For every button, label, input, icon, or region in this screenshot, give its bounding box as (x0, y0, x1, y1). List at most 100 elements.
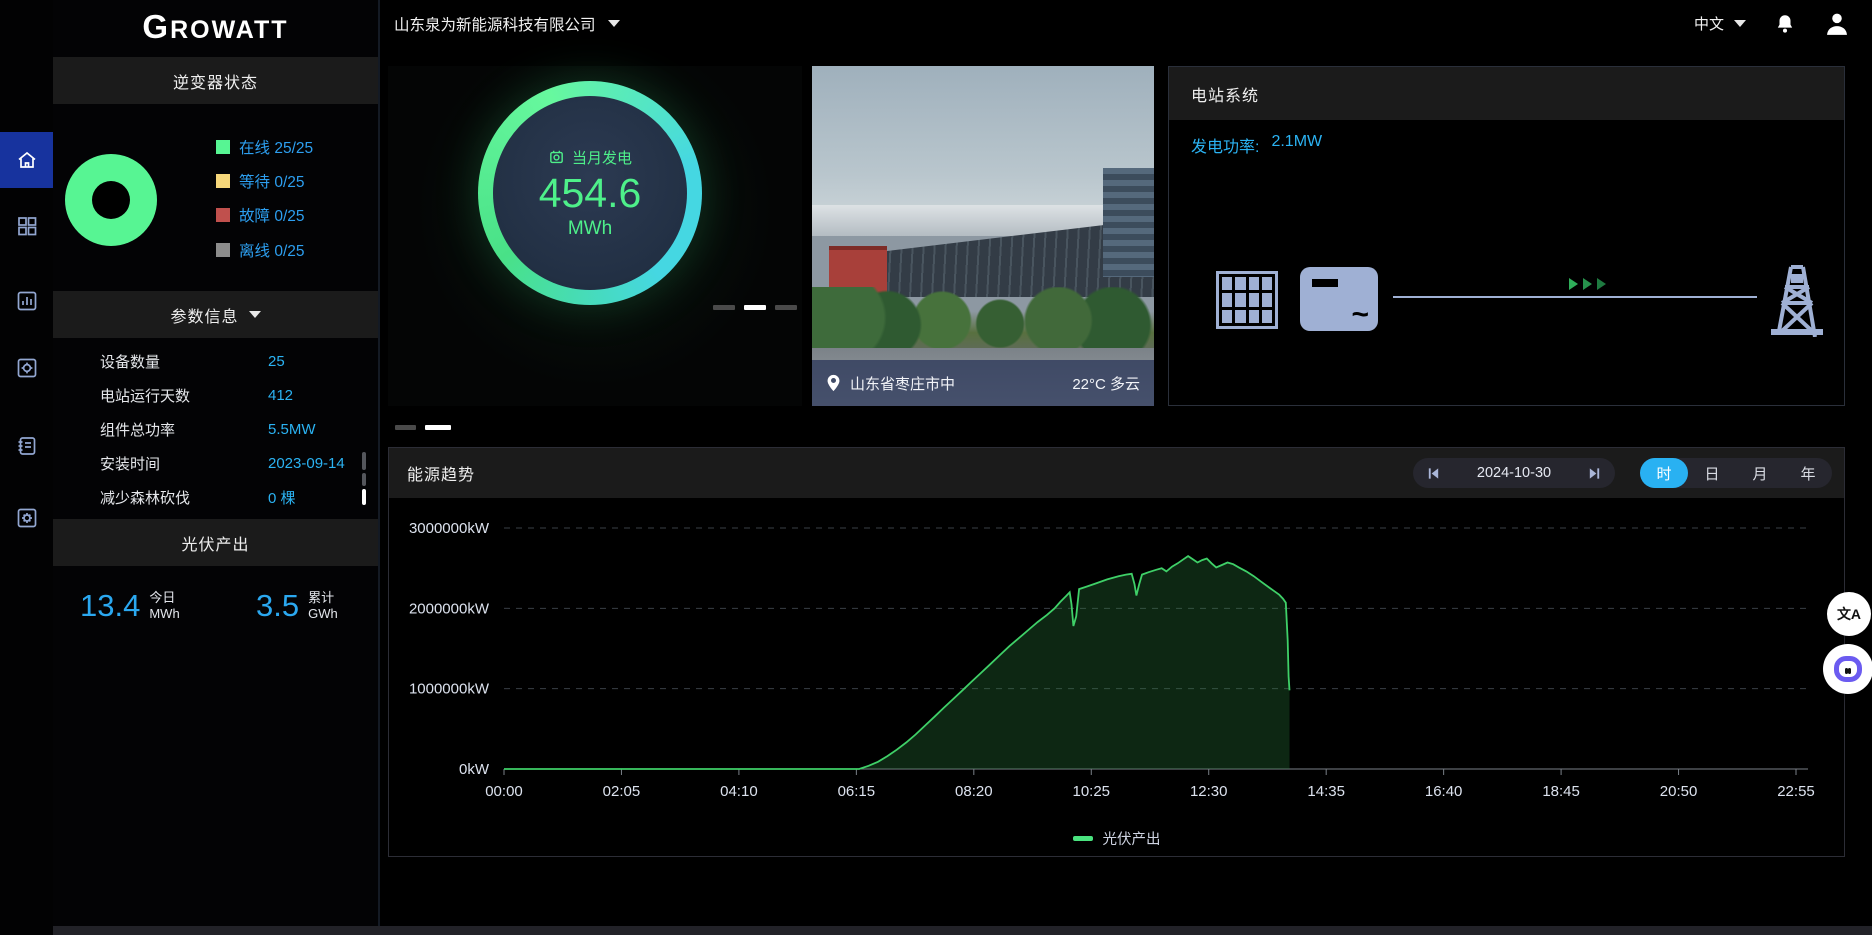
gauge-value: 454.6 (539, 170, 642, 216)
photo-trees (812, 287, 1154, 348)
location-bar: 山东省枣庄市中 22°C 多云 (812, 360, 1154, 406)
tab-year[interactable]: 年 (1784, 458, 1832, 488)
rail-item-logs[interactable] (0, 418, 53, 474)
tab-month[interactable]: 月 (1736, 458, 1784, 488)
panel-scroll-indicator[interactable] (362, 452, 366, 505)
param-row: 电站运行天数412 (53, 378, 378, 412)
carousel-dot[interactable] (775, 305, 797, 310)
inverter-status-header: 逆变器状态 (53, 57, 378, 104)
topbar: 山东泉为新能源科技有限公司 中文 (378, 0, 1872, 47)
pv-total: 3.5 累计GWh (256, 588, 338, 624)
status-waiting: 等待 0/25 (216, 171, 305, 191)
plant-location: 山东省枣庄市中 (850, 373, 955, 394)
svg-text:08:20: 08:20 (955, 783, 993, 800)
solar-panel-icon (1216, 271, 1278, 329)
brand-logo: GROWATT (53, 8, 378, 46)
fault-swatch (216, 208, 230, 222)
home-icon (15, 148, 39, 172)
sidebar-rail (0, 0, 53, 935)
tab-hour[interactable]: 时 (1640, 458, 1688, 488)
carousel-dot[interactable] (713, 305, 735, 310)
param-row: 设备数量25 (53, 344, 378, 378)
svg-text:0kW: 0kW (459, 761, 490, 778)
waiting-swatch (216, 174, 230, 188)
plant-photo-card: 山东省枣庄市中 22°C 多云 (812, 66, 1154, 406)
assistant-fab[interactable] (1823, 644, 1872, 694)
energy-trend-title: 能源趋势 (407, 461, 475, 485)
logbook-icon (15, 434, 39, 458)
params-title: 参数信息 (170, 303, 238, 327)
rail-item-settings[interactable] (0, 490, 53, 546)
horizontal-scrollbar[interactable] (0, 926, 1872, 935)
next-date-button[interactable] (1587, 466, 1602, 481)
energy-trend-chart: 0kW1000000kW2000000kW3000000kW00:0002:05… (389, 498, 1846, 858)
chart-legend[interactable]: 光伏产出 (1073, 828, 1161, 849)
plant-selector-label: 山东泉为新能源科技有限公司 (394, 13, 596, 35)
translate-fab[interactable]: 文A (1827, 592, 1871, 636)
period-tabs: 时 日 月 年 (1640, 458, 1832, 488)
legend-swatch (1073, 836, 1093, 841)
skip-previous-icon (1426, 466, 1441, 481)
power-flow-line (1393, 296, 1757, 298)
device-gear-icon (15, 356, 39, 380)
rail-item-device[interactable] (0, 340, 53, 396)
monthly-generation-card: 当月发电 454.6 MWh (388, 66, 802, 406)
prev-date-button[interactable] (1426, 466, 1441, 481)
carousel-dot-active[interactable] (425, 425, 451, 430)
settings-gear-icon (15, 506, 39, 530)
monthly-generation-gauge: 当月发电 454.6 MWh (478, 81, 702, 305)
svg-text:10:25: 10:25 (1072, 783, 1110, 800)
pv-today: 13.4 今日MWh (80, 588, 180, 624)
svg-text:14:35: 14:35 (1307, 783, 1345, 800)
rail-item-analytics[interactable] (0, 273, 53, 329)
svg-text:02:05: 02:05 (603, 783, 641, 800)
svg-text:20:50: 20:50 (1660, 783, 1698, 800)
notifications-button[interactable] (1774, 13, 1796, 35)
translate-icon: 文A (1837, 604, 1861, 624)
pv-output-title: 光伏产出 (181, 531, 249, 555)
param-row: 组件总功率5.5MW (53, 412, 378, 446)
plant-selector[interactable]: 山东泉为新能源科技有限公司 (394, 13, 620, 35)
svg-text:04:10: 04:10 (720, 783, 758, 800)
svg-text:2000000kW: 2000000kW (409, 600, 490, 617)
bell-icon (1774, 13, 1796, 35)
param-row: 减少森林砍伐0 棵 (53, 480, 378, 514)
pv-output-header: 光伏产出 (53, 519, 378, 566)
station-system-title: 电站系统 (1191, 82, 1259, 106)
rail-item-apps[interactable] (0, 198, 53, 254)
language-selector[interactable]: 中文 (1694, 13, 1746, 34)
svg-text:16:40: 16:40 (1425, 783, 1463, 800)
status-online: 在线 25/25 (216, 137, 313, 157)
date-picker[interactable]: 2024-10-30 (1413, 458, 1615, 488)
user-avatar-icon (1824, 11, 1850, 37)
gauge-carousel-dots (713, 305, 797, 310)
params-header[interactable]: 参数信息 (53, 291, 378, 338)
assistant-mascot-icon (1834, 656, 1862, 682)
status-fault: 故障 0/25 (216, 205, 305, 225)
weather-info: 22°C 多云 (1072, 373, 1140, 394)
account-button[interactable] (1824, 11, 1850, 37)
generation-power: 发电功率:2.1MW (1191, 133, 1322, 157)
skip-next-icon (1587, 466, 1602, 481)
status-offline: 离线 0/25 (216, 240, 305, 260)
meter-icon (548, 149, 565, 166)
photo-glass-building (1103, 168, 1154, 277)
svg-text:18:45: 18:45 (1542, 783, 1580, 800)
carousel-dot-active[interactable] (744, 305, 766, 310)
carousel-dot[interactable] (395, 425, 416, 430)
svg-text:22:55: 22:55 (1777, 783, 1815, 800)
chevron-down-icon (608, 20, 620, 27)
offline-swatch (216, 243, 230, 257)
language-label: 中文 (1694, 13, 1724, 34)
power-flow-arrows (1569, 278, 1606, 290)
svg-text:12:30: 12:30 (1190, 783, 1228, 800)
rail-item-home[interactable] (0, 132, 53, 188)
cards-carousel-dots (395, 425, 451, 430)
energy-trend-header: 能源趋势 2024-10-30 时 日 月 年 (389, 448, 1844, 498)
gauge-label: 当月发电 (572, 147, 632, 168)
selected-date[interactable]: 2024-10-30 (1477, 465, 1551, 481)
svg-text:06:15: 06:15 (838, 783, 876, 800)
chevron-down-icon (1734, 20, 1746, 27)
tab-day[interactable]: 日 (1688, 458, 1736, 488)
bar-chart-icon (15, 289, 39, 313)
